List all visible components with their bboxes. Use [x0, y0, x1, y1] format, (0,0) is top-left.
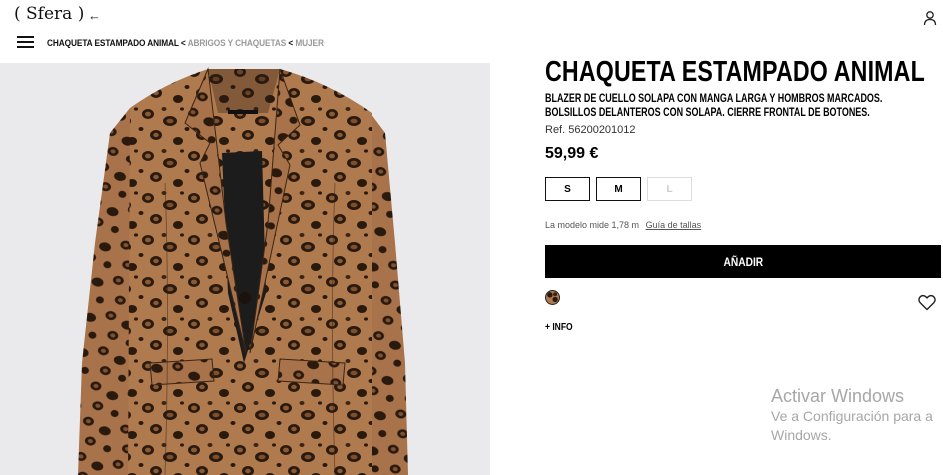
windows-activation-watermark: Activar Windows Ve a Configuración para … [771, 385, 933, 445]
product-description: BLAZER DE CUELLO SOLAPA CON MANGA LARGA … [545, 93, 883, 119]
watermark-line-2: Windows. [771, 427, 832, 443]
user-icon[interactable] [923, 10, 937, 26]
size-selector: S M L [545, 177, 692, 201]
jacket-illustration [78, 67, 408, 475]
back-arrow-icon[interactable]: ← [88, 8, 101, 23]
product-title: CHAQUETA ESTAMPADO ANIMAL [545, 56, 925, 88]
breadcrumb-item-mujer[interactable]: MUJER [295, 38, 324, 48]
breadcrumb: CHAQUETA ESTAMPADO ANIMAL < ABRIGOS Y CH… [47, 38, 324, 48]
breadcrumb-item-abrigos[interactable]: ABRIGOS Y CHAQUETAS [188, 38, 287, 48]
more-info-link[interactable]: + INFO [545, 322, 573, 333]
model-height-text: La modelo mide 1,78 m [545, 220, 640, 230]
breadcrumb-separator: < [288, 38, 294, 48]
product-reference: Ref. 56200201012 [545, 124, 636, 136]
add-to-cart-label: AÑADIR [723, 254, 763, 269]
header: ( Sfera ) ← CHAQUETA ESTAMPADO ANIMAL < … [0, 0, 943, 60]
breadcrumb-current: CHAQUETA ESTAMPADO ANIMAL [47, 38, 179, 48]
watermark-title: Activar Windows [771, 386, 905, 406]
add-to-cart-button[interactable]: AÑADIR [545, 245, 941, 278]
size-guide-link[interactable]: Guía de tallas [646, 220, 702, 230]
menu-icon[interactable] [17, 36, 34, 48]
size-option-m[interactable]: M [596, 177, 641, 201]
model-info: La modelo mide 1,78 m Guía de tallas [545, 220, 701, 230]
product-price: 59,99 € [545, 145, 599, 162]
heart-icon[interactable] [918, 294, 936, 311]
watermark-line-1: Ve a Configuración para a [771, 408, 933, 424]
leopard-swatch[interactable] [545, 290, 560, 305]
size-option-s[interactable]: S [545, 177, 590, 201]
breadcrumb-separator: < [180, 38, 186, 48]
product-image[interactable] [0, 63, 490, 475]
size-option-l[interactable]: L [647, 177, 692, 201]
logo[interactable]: ( Sfera ) [14, 4, 84, 24]
